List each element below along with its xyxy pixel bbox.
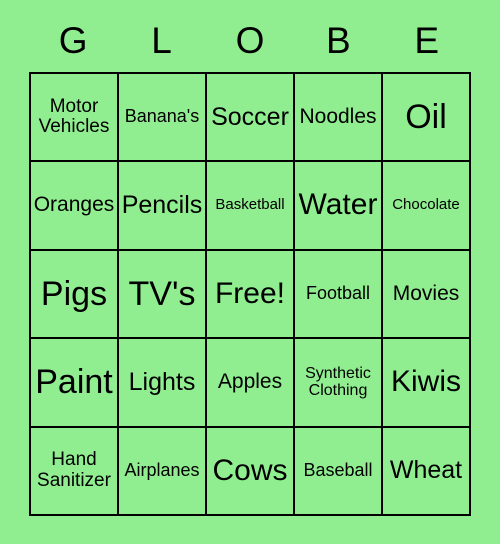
- header-letter-l: L: [151, 19, 172, 61]
- bingo-cell-label: Apples: [217, 370, 283, 394]
- bingo-header: G L O B E: [29, 0, 471, 72]
- bingo-cell[interactable]: Basketball: [207, 162, 295, 251]
- bingo-cell[interactable]: Cows: [207, 427, 295, 516]
- bingo-cell[interactable]: Kiwis: [383, 339, 471, 428]
- bingo-cell-label: Pigs: [40, 274, 108, 313]
- bingo-grid: Motor Vehicles Banana's Soccer Noodles O…: [29, 72, 471, 516]
- bingo-row: Paint Lights Apples Synthetic Clothing K…: [31, 339, 471, 428]
- bingo-cell-label: Baseball: [303, 460, 373, 481]
- bingo-cell[interactable]: Pencils: [119, 162, 207, 251]
- bingo-cell-label: Cows: [212, 453, 288, 487]
- bingo-cell[interactable]: Banana's: [119, 74, 207, 163]
- bingo-cell-label: Wheat: [389, 456, 463, 485]
- bingo-cell[interactable]: Hand Sanitizer: [31, 427, 119, 516]
- header-letter-e: E: [414, 19, 440, 61]
- bingo-cell-label: Water: [298, 188, 378, 222]
- bingo-cell-label: Pencils: [121, 191, 203, 220]
- bingo-row: Oranges Pencils Basketball Water Chocola…: [31, 162, 471, 251]
- bingo-cell[interactable]: Noodles: [295, 74, 383, 163]
- bingo-cell-label: Synthetic Clothing: [305, 365, 371, 400]
- bingo-cell-label: Soccer: [211, 102, 289, 131]
- bingo-cell[interactable]: Baseball: [295, 427, 383, 516]
- bingo-cell[interactable]: Apples: [207, 339, 295, 428]
- bingo-cell[interactable]: Oil: [383, 74, 471, 163]
- bingo-cell[interactable]: Wheat: [383, 427, 471, 516]
- bingo-cell-label: Basketball: [215, 196, 285, 214]
- bingo-cell-label: Airplanes: [124, 460, 200, 481]
- bingo-cell-label: Movies: [392, 281, 460, 305]
- bingo-cell-label: Banana's: [124, 106, 200, 127]
- bingo-cell-label: Chocolate: [392, 196, 460, 214]
- bingo-cell[interactable]: TV's: [119, 250, 207, 340]
- bingo-cell[interactable]: Water: [295, 162, 383, 251]
- bingo-row: Hand Sanitizer Airplanes Cows Baseball W…: [31, 427, 471, 516]
- bingo-cell-label: Hand Sanitizer: [37, 449, 111, 491]
- bingo-cell-label: Oranges: [33, 193, 115, 217]
- bingo-cell-label: Paint: [35, 363, 113, 401]
- header-letter-g: G: [58, 19, 88, 61]
- bingo-cell[interactable]: Chocolate: [383, 162, 471, 251]
- bingo-cell-label: Noodles: [299, 104, 377, 128]
- bingo-cell[interactable]: Oranges: [31, 162, 119, 251]
- bingo-cell[interactable]: Pigs: [31, 250, 119, 340]
- bingo-cell-label: Free!: [214, 276, 286, 310]
- bingo-cell-label: Football: [305, 283, 371, 304]
- header-letter-b: B: [326, 19, 351, 61]
- bingo-cell-label: Oil: [405, 97, 447, 136]
- bingo-cell[interactable]: Paint: [31, 339, 119, 428]
- bingo-cell-label: Kiwis: [390, 365, 461, 399]
- header-letter-o: O: [235, 19, 265, 61]
- bingo-cell[interactable]: Motor Vehicles: [31, 74, 119, 163]
- bingo-row: Pigs TV's Free! Football Movies: [31, 250, 471, 340]
- bingo-row: Motor Vehicles Banana's Soccer Noodles O…: [31, 74, 471, 163]
- bingo-cell[interactable]: Movies: [383, 250, 471, 340]
- bingo-cell[interactable]: Lights: [119, 339, 207, 428]
- bingo-cell-label: Lights: [128, 367, 196, 396]
- bingo-card: G L O B E Motor Vehicles Banana's Soccer…: [0, 0, 500, 544]
- bingo-cell[interactable]: Soccer: [207, 74, 295, 163]
- bingo-cell[interactable]: Airplanes: [119, 427, 207, 516]
- bingo-cell[interactable]: Synthetic Clothing: [295, 339, 383, 428]
- bingo-cell-label: TV's: [128, 274, 196, 313]
- bingo-cell[interactable]: Football: [295, 250, 383, 340]
- bingo-cell-label: Motor Vehicles: [38, 95, 110, 138]
- bingo-cell-free[interactable]: Free!: [207, 250, 295, 340]
